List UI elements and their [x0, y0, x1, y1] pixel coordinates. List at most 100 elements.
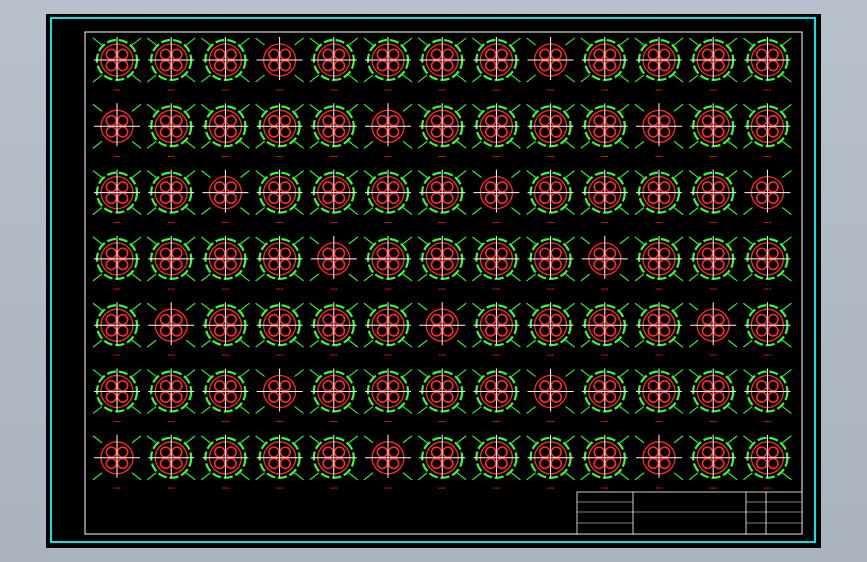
column-section[interactable]: --- — [417, 103, 467, 160]
leader-line — [294, 369, 304, 377]
column-section[interactable]: --- — [363, 302, 413, 359]
column-section[interactable]: --- — [363, 434, 413, 492]
column-section[interactable]: --- — [417, 302, 467, 359]
column-section[interactable]: --- — [580, 37, 630, 94]
stirrup — [767, 59, 779, 72]
column-section[interactable]: --- — [743, 103, 792, 160]
column-section[interactable]: --- — [743, 169, 792, 227]
column-section[interactable]: --- — [363, 235, 413, 293]
column-section[interactable]: --- — [472, 434, 521, 492]
column-section[interactable]: --- — [92, 235, 142, 293]
column-section[interactable]: --- — [92, 368, 142, 426]
column-section[interactable]: --- — [309, 368, 359, 426]
column-section[interactable]: --- — [255, 235, 304, 293]
column-section[interactable]: --- — [92, 37, 142, 94]
column-section[interactable]: --- — [309, 103, 359, 160]
column-section[interactable]: --- — [634, 302, 684, 359]
column-section[interactable]: --- — [688, 302, 738, 359]
column-section[interactable]: --- — [309, 169, 359, 227]
column-section[interactable]: --- — [472, 368, 521, 426]
column-section[interactable]: --- — [688, 103, 738, 160]
column-section[interactable]: --- — [472, 169, 521, 227]
column-section[interactable]: --- — [146, 103, 196, 160]
stirrup — [279, 247, 292, 260]
stirrup — [225, 192, 237, 205]
column-section[interactable]: --- — [688, 368, 738, 426]
column-section[interactable]: --- — [146, 169, 196, 227]
column-section[interactable]: --- — [146, 434, 196, 492]
column-section[interactable]: --- — [580, 368, 630, 426]
column-section[interactable]: --- — [201, 37, 250, 94]
column-section[interactable]: --- — [472, 37, 521, 94]
column-section[interactable]: --- — [688, 169, 738, 227]
column-section[interactable]: --- — [526, 368, 575, 426]
column-section[interactable]: --- — [146, 235, 196, 293]
column-section[interactable]: --- — [580, 235, 630, 293]
column-section[interactable]: --- — [580, 434, 630, 492]
column-section[interactable]: --- — [417, 434, 467, 492]
column-section[interactable]: --- — [92, 434, 142, 492]
column-section[interactable]: --- — [688, 235, 738, 293]
column-section[interactable]: --- — [201, 434, 250, 492]
column-section[interactable]: --- — [634, 368, 684, 426]
cad-drawing-area[interactable]: --- --- --- --- --- --- --- --- --- --- --- --- --- -… — [46, 14, 821, 548]
column-section[interactable]: --- — [255, 103, 304, 160]
column-section[interactable]: --- — [634, 37, 684, 94]
column-section[interactable]: --- — [255, 302, 304, 359]
column-section[interactable]: --- — [417, 235, 467, 293]
column-section[interactable]: --- — [688, 37, 738, 94]
column-section[interactable]: --- — [417, 169, 467, 227]
column-section[interactable]: --- — [743, 235, 792, 293]
column-section[interactable]: --- — [580, 169, 630, 227]
column-section[interactable]: --- — [472, 302, 521, 359]
stirrup — [213, 313, 226, 326]
column-section[interactable]: --- — [526, 169, 575, 227]
column-section[interactable]: --- — [743, 37, 792, 94]
column-section[interactable]: --- — [634, 103, 684, 160]
column-section[interactable]: --- — [634, 235, 684, 293]
leader-line — [688, 435, 699, 444]
column-section[interactable]: --- — [255, 169, 304, 227]
column-section[interactable]: --- — [363, 103, 413, 160]
column-section[interactable]: --- — [255, 368, 304, 426]
column-section[interactable]: --- — [363, 169, 413, 227]
column-section[interactable]: --- — [363, 368, 413, 426]
column-section[interactable]: --- — [634, 169, 684, 227]
column-section[interactable]: --- — [201, 235, 250, 293]
column-section[interactable]: --- — [472, 103, 521, 160]
column-section[interactable]: --- — [92, 103, 142, 160]
column-section[interactable]: --- — [201, 302, 250, 359]
column-section[interactable]: --- — [146, 302, 196, 359]
column-section[interactable]: --- — [526, 103, 575, 160]
column-section[interactable]: --- — [743, 368, 792, 426]
column-section[interactable]: --- — [526, 434, 575, 492]
column-section[interactable]: --- — [92, 302, 142, 359]
leader-line — [580, 302, 591, 311]
column-section[interactable]: --- — [309, 302, 359, 359]
drawing-canvas[interactable]: --- --- --- --- --- --- --- --- --- --- --- --- --- -… — [46, 14, 821, 548]
column-section[interactable]: --- — [634, 434, 684, 492]
column-section[interactable]: --- — [255, 434, 304, 492]
column-section[interactable]: --- — [201, 103, 250, 160]
column-section[interactable]: --- — [526, 302, 575, 359]
column-section[interactable]: --- — [743, 302, 792, 359]
column-section[interactable]: --- — [201, 169, 250, 227]
column-section[interactable]: --- — [688, 434, 738, 492]
column-section[interactable]: --- — [472, 235, 521, 293]
column-section[interactable]: --- — [743, 434, 792, 492]
column-section[interactable]: --- — [417, 368, 467, 426]
column-section[interactable]: --- — [255, 37, 304, 94]
column-section[interactable]: --- — [309, 37, 359, 94]
column-section[interactable]: --- — [417, 37, 467, 94]
column-section[interactable]: --- — [580, 302, 630, 359]
column-section[interactable]: --- — [146, 37, 196, 94]
column-section[interactable]: --- — [201, 368, 250, 426]
column-section[interactable]: --- — [580, 103, 630, 160]
column-section[interactable]: --- — [146, 368, 196, 426]
column-section[interactable]: --- — [309, 235, 359, 293]
column-section[interactable]: --- — [309, 434, 359, 492]
column-section[interactable]: --- — [363, 37, 413, 94]
column-section[interactable]: --- — [92, 169, 142, 227]
column-section[interactable]: --- — [526, 235, 575, 293]
column-section[interactable]: --- — [526, 37, 575, 94]
